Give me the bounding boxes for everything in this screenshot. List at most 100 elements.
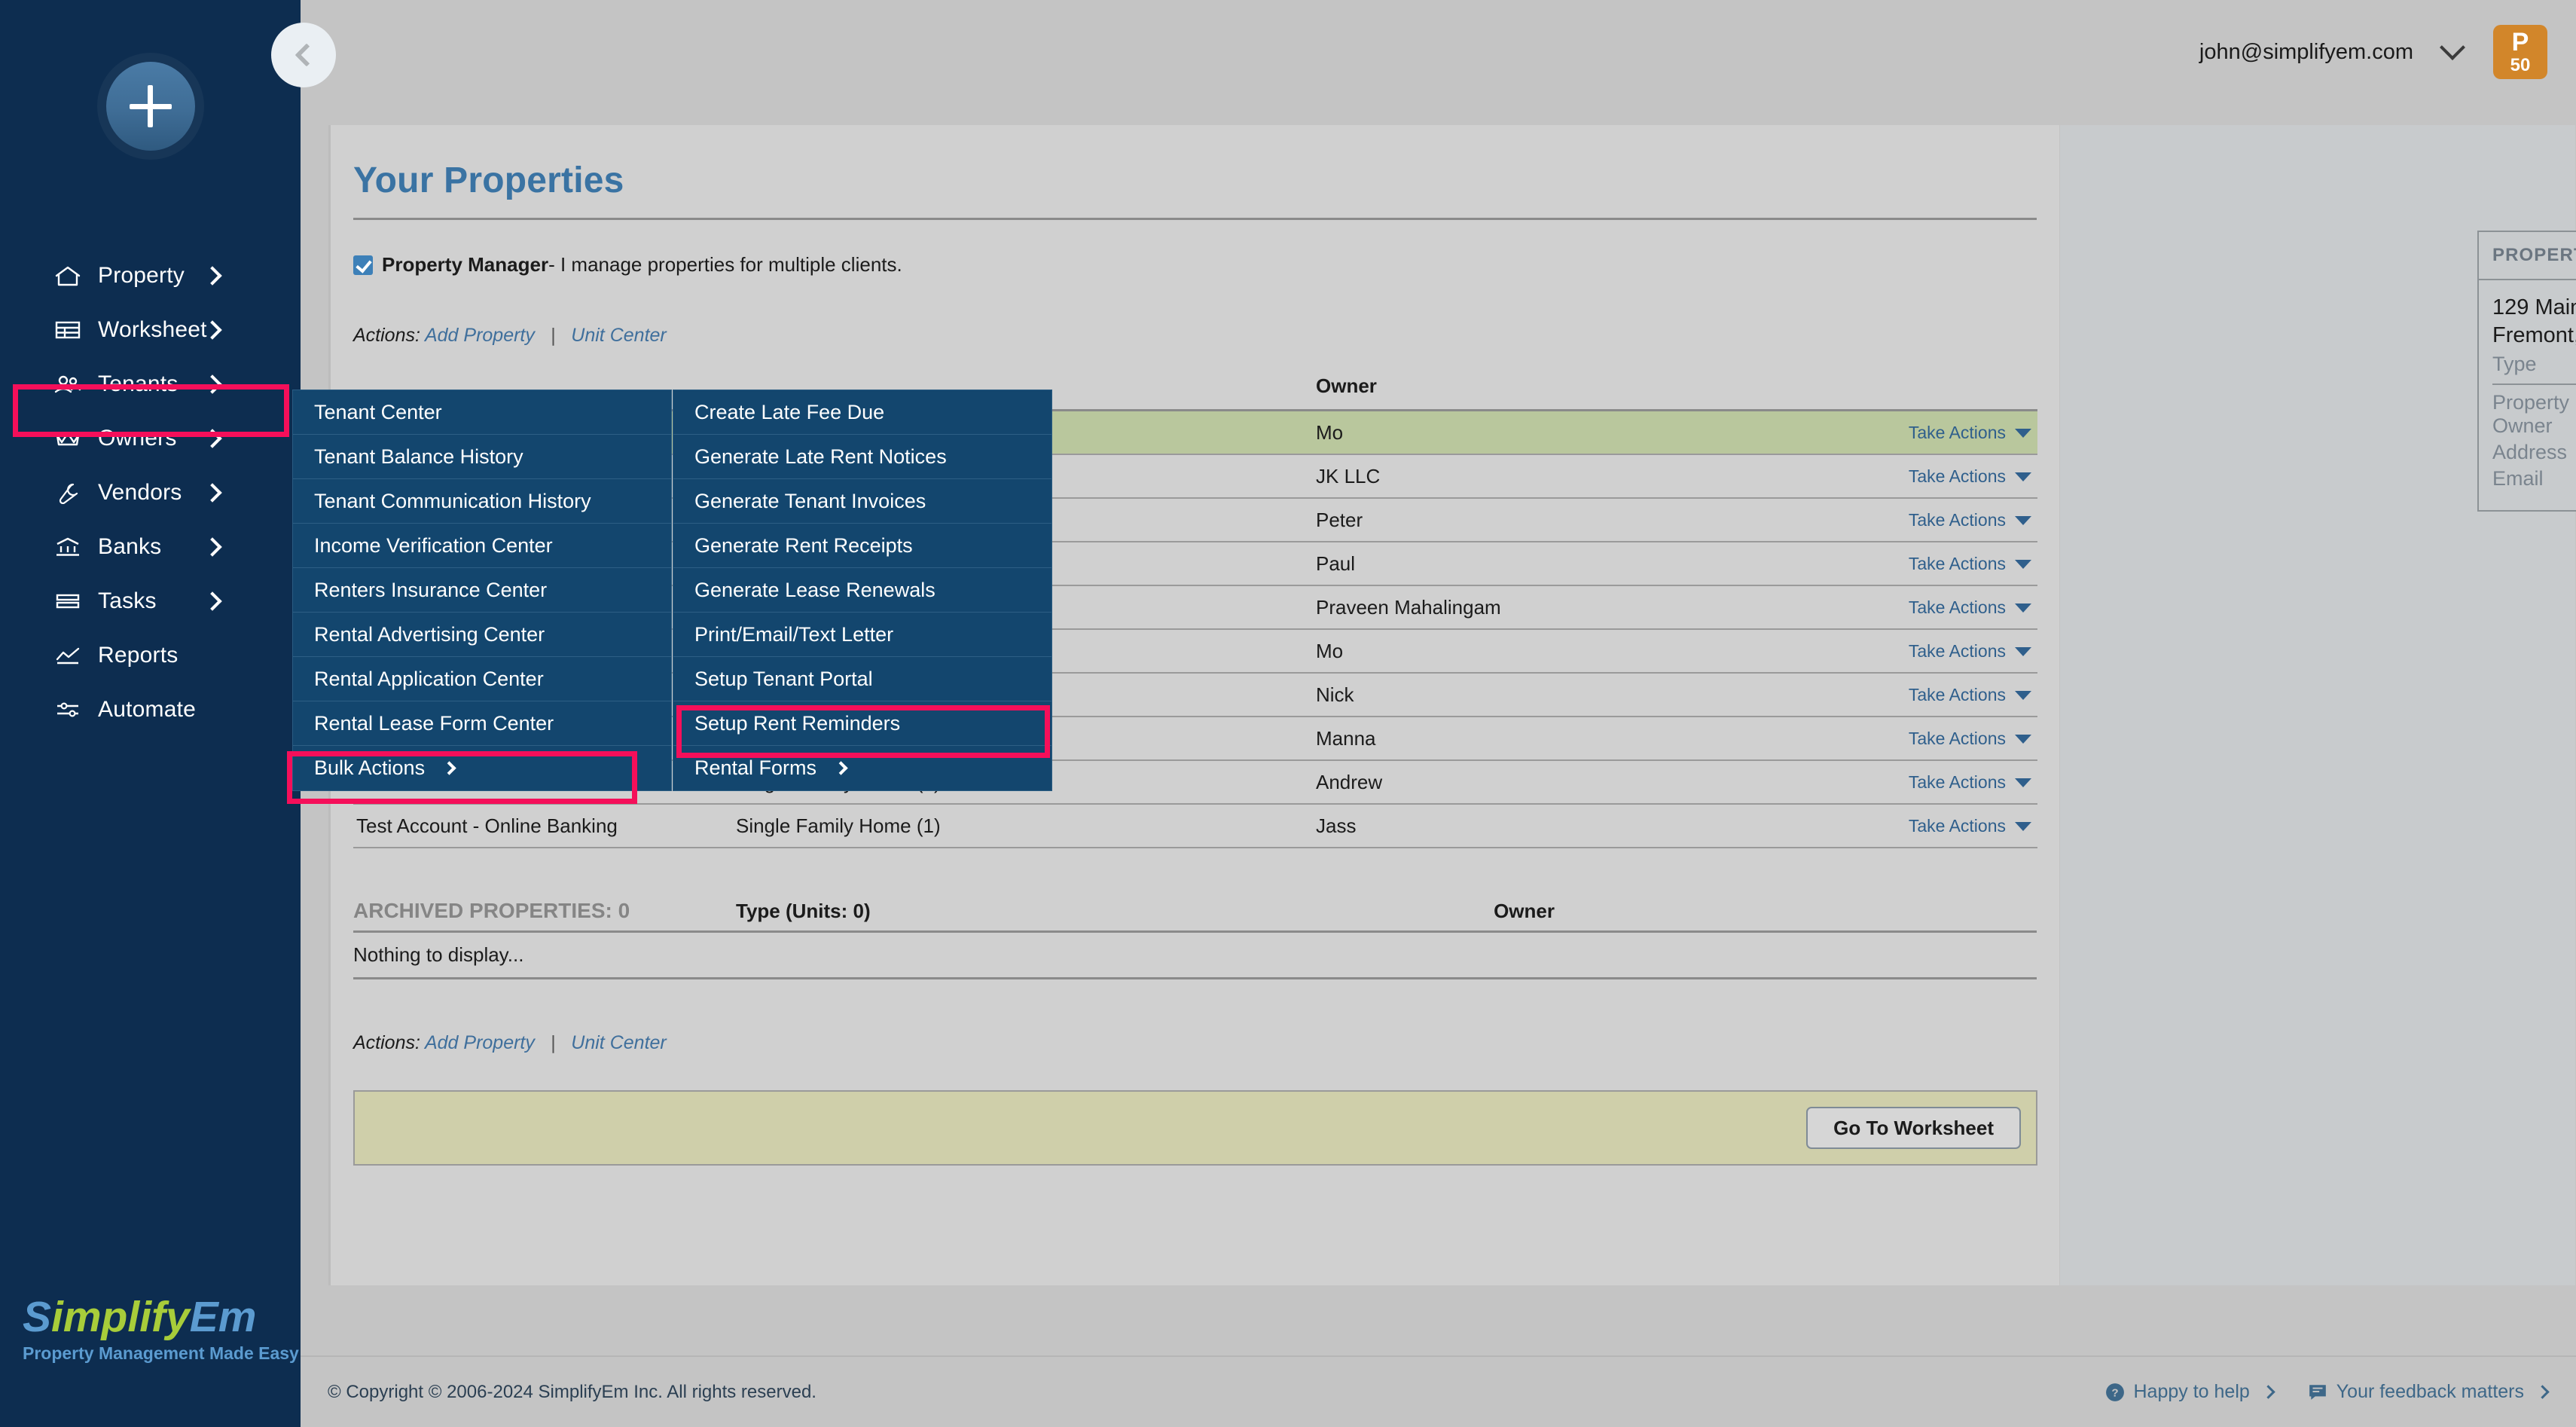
submenu-item-print-email-text-letter[interactable]: Print/Email/Text Letter (673, 613, 1051, 657)
chevron-right-icon (203, 266, 222, 286)
submenu-item-create-late-fee-due[interactable]: Create Late Fee Due (673, 390, 1051, 435)
property-details-rows: TypeFour-plex Property OwnerMo Addressunde… (2492, 353, 2576, 490)
submenu-item-generate-lease-renewals[interactable]: Generate Lease Renewals (673, 568, 1051, 613)
sliders-icon (51, 697, 84, 723)
feedback-link[interactable]: Your feedback matters (2308, 1381, 2550, 1403)
archived-type-header: Type (Units: 0) (736, 900, 871, 922)
sidebar-item-label: Banks (98, 534, 162, 559)
cell-owner: Peter (1316, 508, 1363, 531)
menu-item-label: Setup Rent Reminders (694, 711, 901, 735)
submenu-item-setup-rent-reminders[interactable]: Setup Rent Reminders (673, 701, 1051, 746)
take-actions-button[interactable]: Take Actions (1789, 772, 2037, 793)
sidebar-nav: Property Worksheet Tenants Owners Vendor… (0, 249, 301, 737)
sidebar-item-worksheet[interactable]: Worksheet (0, 303, 301, 357)
logo-dollar-s: S (23, 1292, 52, 1341)
sidebar-item-automate[interactable]: Automate (0, 683, 301, 737)
menu-item-label: Bulk Actions (314, 756, 426, 779)
bank-icon (51, 534, 84, 560)
submenu-item-generate-late-rent-notices[interactable]: Generate Late Rent Notices (673, 435, 1051, 479)
menu-item-label: Rental Application Center (314, 667, 544, 690)
menu-item-label: Create Late Fee Due (694, 400, 885, 423)
actions-top: Actions: Add Property | Unit Center (353, 325, 2037, 347)
property-manager-checkbox[interactable] (353, 255, 373, 275)
plan-badge-letter: P (2511, 28, 2529, 57)
take-actions-button[interactable]: Take Actions (1789, 597, 2037, 618)
chevron-right-icon (834, 761, 848, 775)
sidebar-item-property[interactable]: Property (0, 249, 301, 303)
menu-item-rental-advertising-center[interactable]: Rental Advertising Center (293, 613, 671, 657)
sidebar-item-owners[interactable]: Owners (0, 411, 301, 466)
chevron-right-icon (203, 591, 222, 611)
sidebar-item-tasks[interactable]: Tasks (0, 574, 301, 628)
take-actions-label: Take Actions (1908, 553, 2006, 573)
menu-item-tenant-center[interactable]: Tenant Center (293, 390, 671, 435)
take-actions-button[interactable]: Take Actions (1789, 554, 2037, 574)
archived-owner-header: Owner (1494, 900, 1555, 922)
take-actions-button[interactable]: Take Actions (1789, 729, 2037, 749)
logo-tagline: Property Management Made Easy! (23, 1343, 305, 1363)
menu-item-renters-insurance-center[interactable]: Renters Insurance Center (293, 568, 671, 613)
collapse-sidebar-button[interactable] (271, 23, 336, 87)
menu-item-label: Generate Lease Renewals (694, 578, 935, 601)
sidebar-item-vendors[interactable]: Vendors (0, 466, 301, 520)
take-actions-button[interactable]: Take Actions (1789, 641, 2037, 662)
sidebar-item-label: Automate (98, 697, 197, 722)
archived-title: ARCHIVED PROPERTIES: 0 (353, 899, 630, 922)
sidebar-item-reports[interactable]: Reports (0, 628, 301, 683)
table-row[interactable]: Test Account - Online Banking Single Fami… (353, 805, 2037, 848)
plus-icon[interactable] (105, 62, 195, 151)
chevron-right-icon (203, 537, 222, 557)
caret-down-icon (2015, 516, 2031, 526)
add-property-link-top[interactable]: Add Property (425, 325, 535, 346)
unit-center-link-bottom[interactable]: Unit Center (571, 1032, 666, 1053)
happy-to-help-link[interactable]: ? Happy to help (2105, 1381, 2275, 1403)
menu-item-label: Rental Advertising Center (314, 622, 545, 646)
property-details-heading: PROPERTY DETAILS (2479, 232, 2576, 280)
user-email: john@simplifyem.com (2199, 39, 2413, 64)
menu-item-income-verification-center[interactable]: Income Verification Center (293, 524, 671, 568)
bulk-actions-submenu: Create Late Fee Due Generate Late Rent No… (673, 390, 1052, 791)
tenants-dropdown-menu: Tenant Center Tenant Balance History Tenan… (292, 390, 672, 791)
go-to-worksheet-button[interactable]: Go To Worksheet (1806, 1107, 2021, 1149)
cell-property-name: Test Account - Online Banking (356, 814, 618, 837)
menu-item-tenant-communication-history[interactable]: Tenant Communication History (293, 479, 671, 524)
take-actions-button[interactable]: Take Actions (1789, 423, 2037, 443)
menu-item-label: Rental Forms (694, 756, 817, 779)
page-footer: © Copyright © 2006-2024 SimplifyEm Inc. … (301, 1355, 2576, 1427)
menu-item-label: Rental Lease Form Center (314, 711, 554, 735)
logo-implify: implify (51, 1292, 190, 1341)
plan-badge[interactable]: P 50 (2493, 25, 2547, 79)
sidebar-item-label: Worksheet (98, 317, 207, 342)
take-actions-button[interactable]: Take Actions (1789, 510, 2037, 530)
menu-item-rental-application-center[interactable]: Rental Application Center (293, 657, 671, 701)
sidebar-item-banks[interactable]: Banks (0, 520, 301, 574)
submenu-item-setup-tenant-portal[interactable]: Setup Tenant Portal (673, 657, 1051, 701)
sidebar-item-tenants[interactable]: Tenants (0, 357, 301, 411)
submenu-item-generate-rent-receipts[interactable]: Generate Rent Receipts (673, 524, 1051, 568)
list-icon (51, 588, 84, 614)
take-actions-button[interactable]: Take Actions (1789, 466, 2037, 487)
chart-icon (51, 643, 84, 668)
add-property-link-bottom[interactable]: Add Property (425, 1032, 535, 1053)
menu-item-tenant-balance-history[interactable]: Tenant Balance History (293, 435, 671, 479)
take-actions-button[interactable]: Take Actions (1789, 685, 2037, 705)
caret-down-icon (2015, 603, 2031, 613)
sidebar-item-label: Property (98, 263, 185, 288)
crown-icon (51, 426, 84, 451)
menu-item-rental-lease-form-center[interactable]: Rental Lease Form Center (293, 701, 671, 746)
detail-key: Address (2492, 441, 2568, 464)
detail-key: Type (2492, 353, 2537, 376)
submenu-item-generate-tenant-invoices[interactable]: Generate Tenant Invoices (673, 479, 1051, 524)
happy-to-help-label: Happy to help (2133, 1381, 2250, 1402)
menu-item-bulk-actions[interactable]: Bulk Actions (293, 746, 671, 790)
actions-label: Actions: (353, 325, 420, 346)
page-title: Your Properties (353, 160, 624, 200)
take-actions-button[interactable]: Take Actions (1789, 816, 2037, 836)
cell-owner: Praveen Mahalingam (1316, 595, 1501, 619)
submenu-item-rental-forms[interactable]: Rental Forms (673, 746, 1051, 790)
chevron-right-icon (2535, 1385, 2550, 1399)
take-actions-label: Take Actions (1908, 597, 2006, 617)
take-actions-label: Take Actions (1908, 466, 2006, 486)
chevron-down-icon[interactable] (2440, 35, 2465, 60)
unit-center-link-top[interactable]: Unit Center (571, 325, 666, 346)
